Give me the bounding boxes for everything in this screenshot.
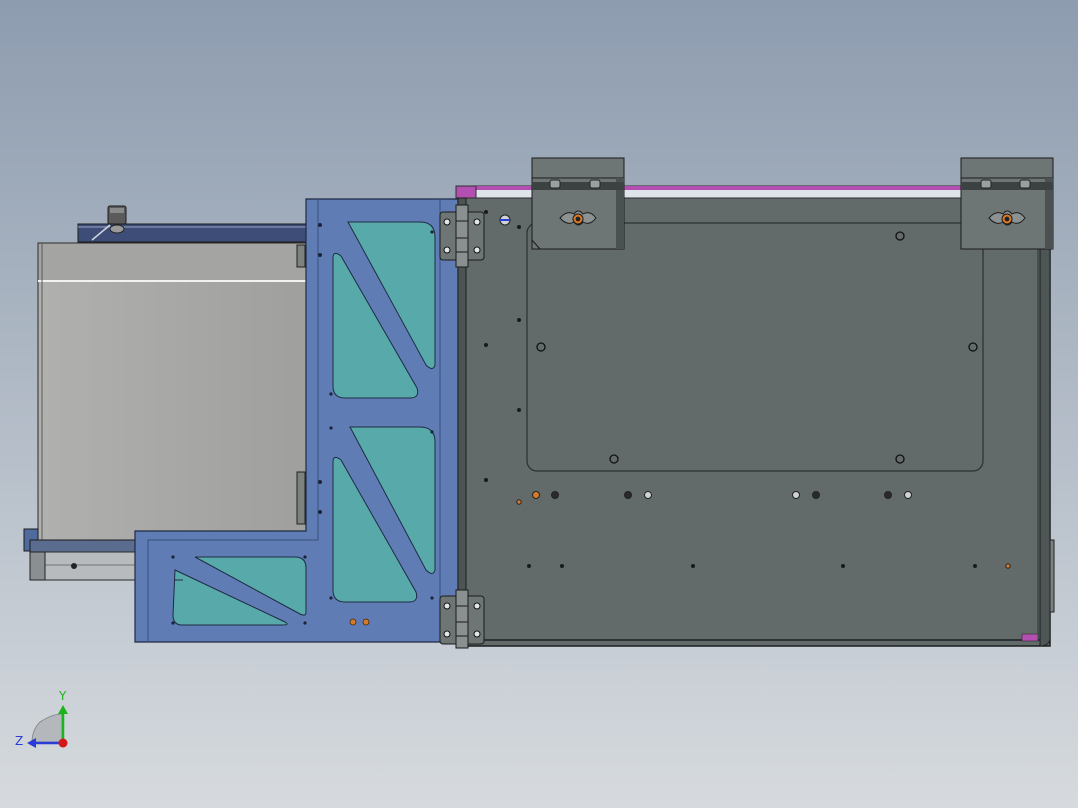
left-enclosure[interactable]: [23, 205, 311, 581]
hinge-top[interactable]: [439, 204, 485, 268]
main-plate[interactable]: [455, 185, 1055, 647]
hinge-bottom[interactable]: [439, 589, 485, 649]
y-axis-label: Y: [58, 689, 67, 703]
x-axis-dot: [58, 738, 68, 748]
cad-viewport[interactable]: Y Z: [0, 0, 1078, 808]
clamp-right[interactable]: [960, 157, 1054, 250]
z-axis-label: Z: [15, 734, 23, 748]
clamp-left[interactable]: [531, 157, 625, 250]
